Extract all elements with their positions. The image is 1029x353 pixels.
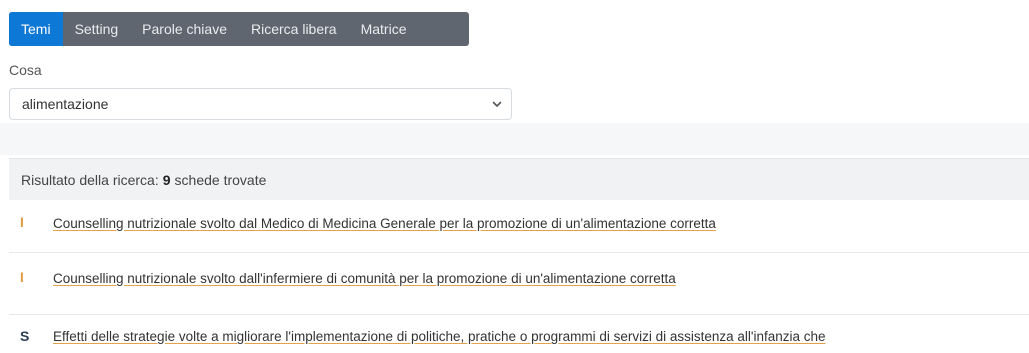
item-type-marker: I (20, 270, 24, 285)
list-item: I Counselling nutrizionale svolto dal Me… (9, 215, 1029, 233)
list-item: S Effetti delle strategie volte a miglio… (9, 328, 1029, 346)
tab-ricerca-libera[interactable]: Ricerca libera (239, 12, 349, 46)
divider (9, 314, 1029, 315)
item-link[interactable]: Counselling nutrizionale svolto dal Medi… (53, 215, 716, 233)
item-type-marker: S (20, 328, 30, 344)
cosa-select[interactable]: alimentazione (9, 88, 512, 120)
tab-bar: Temi Setting Parole chiave Ricerca liber… (9, 12, 469, 46)
chevron-down-icon (492, 101, 502, 107)
results-count: 9 (162, 171, 171, 188)
cosa-select-value: alimentazione (22, 96, 109, 112)
item-type-marker: I (20, 215, 24, 230)
tab-parole-chiave[interactable]: Parole chiave (130, 12, 239, 46)
item-link[interactable]: Effetti delle strategie volte a migliora… (53, 328, 826, 346)
results-suffix: schede trovate (174, 171, 267, 188)
divider (9, 252, 1029, 253)
tab-matrice[interactable]: Matrice (349, 12, 419, 46)
tab-setting[interactable]: Setting (63, 12, 131, 46)
results-prefix: Risultato della ricerca: (21, 171, 159, 188)
cosa-label: Cosa (9, 62, 42, 78)
tab-temi[interactable]: Temi (9, 12, 63, 46)
item-link[interactable]: Counselling nutrizionale svolto dall'inf… (53, 270, 676, 288)
list-item: I Counselling nutrizionale svolto dall'i… (9, 270, 1029, 288)
spacer-band (0, 123, 1029, 155)
results-summary: Risultato della ricerca: 9 schede trovat… (9, 158, 1029, 200)
